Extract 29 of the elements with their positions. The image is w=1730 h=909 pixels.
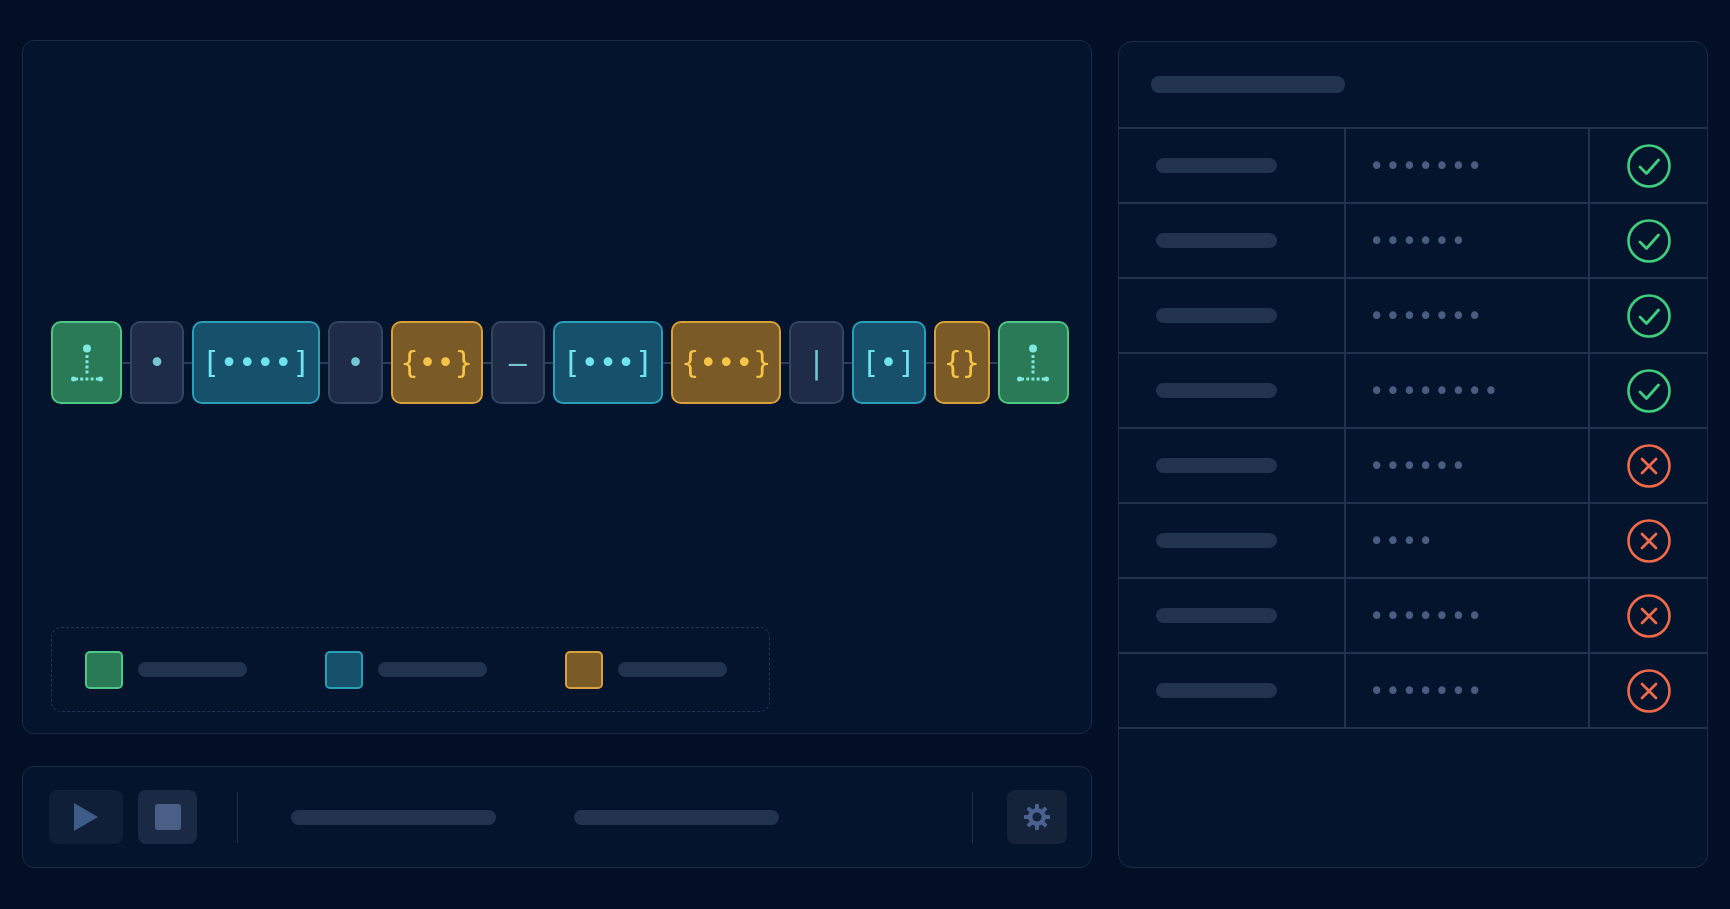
play-icon	[74, 803, 98, 832]
value-token: —	[490, 321, 545, 404]
object-token: {•••}	[671, 321, 782, 404]
settings-button[interactable]	[1007, 790, 1067, 845]
play-button[interactable]	[49, 790, 123, 845]
stop-button[interactable]	[138, 790, 197, 845]
masked-value: ••••	[1369, 527, 1435, 554]
stop-icon	[154, 804, 181, 831]
masked-value: •••••••	[1369, 677, 1484, 704]
array-token: [•••]	[552, 321, 664, 404]
masked-value: •••••••	[1369, 302, 1484, 329]
value-token: •	[328, 321, 383, 404]
array-token: [••••]	[192, 321, 321, 404]
masked-value: •••••••	[1369, 152, 1484, 179]
swatch-icon	[565, 650, 603, 689]
gear-icon	[1023, 803, 1051, 832]
swatch-icon	[85, 650, 123, 689]
value-token: |	[789, 321, 844, 404]
inverted-t-icon	[1017, 343, 1050, 382]
value-token: •	[130, 321, 185, 404]
masked-value: •••••••	[1369, 602, 1484, 629]
object-token: {••}	[390, 321, 483, 404]
masked-value: ••••••••	[1369, 377, 1500, 404]
inverted-t-icon	[70, 343, 103, 382]
masked-value: ••••••	[1369, 227, 1467, 254]
array-token: [•]	[851, 321, 926, 404]
swatch-icon	[325, 650, 363, 689]
object-token: {}	[933, 321, 990, 404]
masked-value: ••••••	[1369, 452, 1467, 479]
